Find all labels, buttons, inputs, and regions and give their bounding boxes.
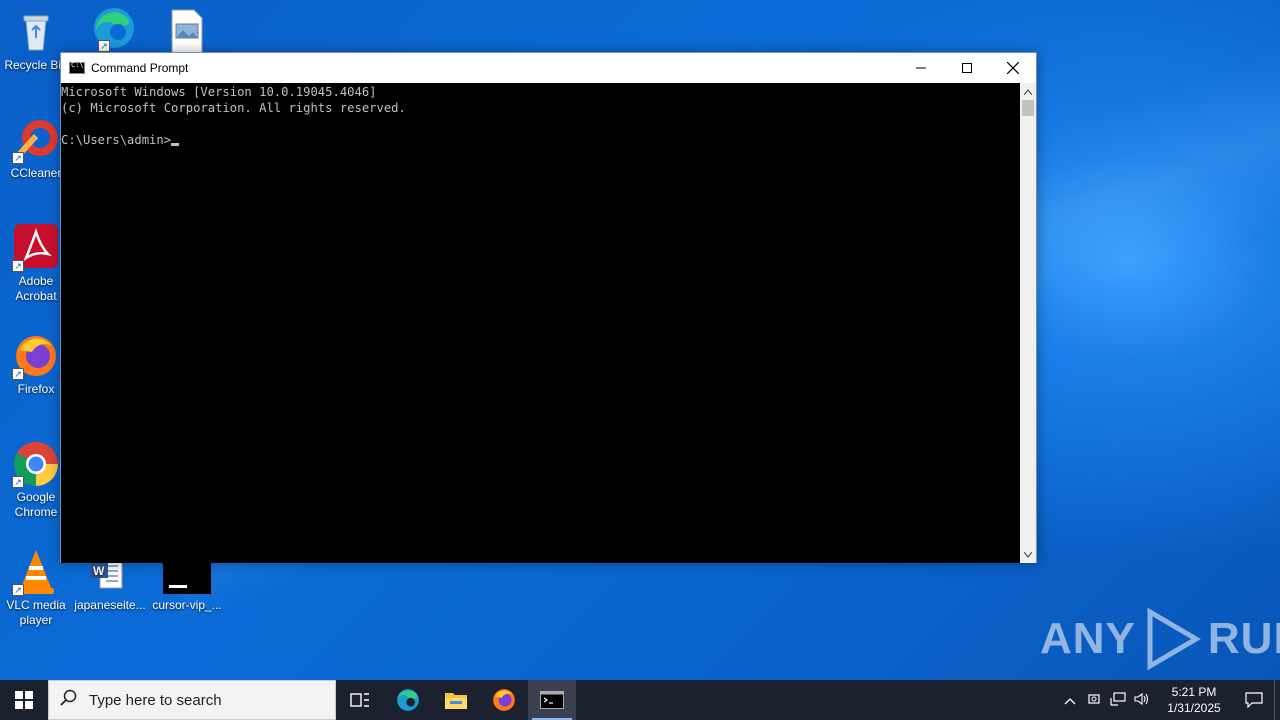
ccleaner-icon: ↗ (12, 116, 60, 164)
shortcut-arrow-icon: ↗ (12, 368, 24, 380)
device-icon (1088, 693, 1100, 704)
taskbar-command-prompt-button[interactable] (528, 680, 576, 720)
search-placeholder: Type here to search (89, 691, 222, 709)
clock-date: 1/31/2025 (1167, 701, 1221, 715)
console-prompt: C:\Users\admin> (61, 133, 172, 147)
anyrun-watermark: ANY RUN (1040, 608, 1280, 670)
command-prompt-icon (69, 61, 85, 74)
shortcut-arrow-icon: ↗ (98, 40, 110, 52)
vlc-icon: ↗ (12, 548, 60, 596)
show-hidden-icons-button[interactable] (1058, 693, 1082, 708)
search-icon (49, 689, 89, 712)
taskbar-search-box[interactable]: Type here to search (48, 680, 336, 720)
task-view-button[interactable] (336, 680, 384, 720)
system-tray: 5:21 PM 1/31/2025 (1058, 680, 1280, 720)
adobe-acrobat-icon: ↗ (12, 224, 60, 272)
desktop-icon-word-doc[interactable]: W japaneseite... (74, 556, 146, 613)
chevron-up-icon (1064, 697, 1076, 704)
network-icon (1110, 691, 1126, 706)
image-file-icon (162, 8, 210, 56)
edge-icon (397, 689, 419, 711)
desktop-icon-console-app[interactable]: cursor-vip_... (151, 556, 223, 613)
play-logo-icon (1147, 608, 1201, 670)
file-explorer-icon (445, 693, 467, 709)
console-line: (c) Microsoft Corporation. All rights re… (61, 101, 406, 115)
close-button[interactable] (990, 53, 1036, 83)
command-prompt-window[interactable]: Command Prompt Microsoft Windows [Versio… (60, 52, 1037, 563)
tray-device-button[interactable] (1082, 692, 1106, 709)
close-icon (1007, 62, 1019, 74)
windows-logo-icon (15, 691, 33, 709)
desktop-icon-label: japaneseite... (74, 598, 146, 612)
text-cursor (171, 143, 180, 146)
shortcut-arrow-icon: ↗ (12, 476, 24, 488)
taskbar-edge-button[interactable] (384, 680, 432, 720)
tray-network-button[interactable] (1106, 691, 1130, 709)
desktop-icon-label: VLC media player (6, 598, 66, 627)
watermark-text-left: ANY (1040, 614, 1136, 663)
taskbar: Type here to search 5:21 PM 1/31/2025 (0, 680, 1280, 720)
maximize-icon (962, 63, 972, 73)
notifications-button[interactable] (1234, 692, 1274, 708)
window-title: Command Prompt (91, 61, 189, 75)
recycle-bin-icon (12, 8, 60, 56)
chrome-icon: ↗ (12, 440, 60, 488)
firefox-icon (493, 689, 515, 711)
watermark-text-right: RUN (1207, 614, 1280, 663)
shortcut-arrow-icon: ↗ (12, 584, 24, 596)
clock-time: 5:21 PM (1171, 685, 1217, 699)
minimize-icon (916, 67, 926, 69)
minimize-button[interactable] (898, 53, 944, 83)
desktop-icon-edge[interactable]: ↗ (76, 4, 148, 54)
maximize-button[interactable] (944, 53, 990, 83)
start-button[interactable] (0, 680, 48, 720)
task-view-icon (350, 693, 369, 707)
command-prompt-icon (540, 691, 564, 709)
console-prompt-line: C:\Users\admin> (61, 132, 1021, 148)
scroll-down-button[interactable] (1020, 546, 1036, 563)
taskbar-firefox-button[interactable] (480, 680, 528, 720)
console-output[interactable]: Microsoft Windows [Version 10.0.19045.40… (61, 83, 1021, 563)
chevron-up-icon (1024, 88, 1032, 95)
desktop-icon-label: cursor-vip_... (152, 598, 222, 612)
scrollbar-thumb[interactable] (1022, 100, 1034, 116)
vertical-scrollbar[interactable] (1020, 83, 1036, 563)
desktop-icon-image-file[interactable] (150, 8, 222, 58)
firefox-icon: ↗ (12, 332, 60, 380)
chevron-down-icon (1024, 551, 1032, 558)
scroll-up-button[interactable] (1020, 83, 1036, 100)
tray-volume-button[interactable] (1130, 692, 1154, 709)
window-titlebar[interactable]: Command Prompt (61, 53, 1036, 83)
console-line: Microsoft Windows [Version 10.0.19045.40… (61, 85, 377, 99)
edge-icon: ↗ (88, 4, 136, 52)
window-controls (898, 53, 1036, 83)
shortcut-arrow-icon: ↗ (12, 260, 24, 272)
volume-icon (1134, 692, 1149, 705)
shortcut-arrow-icon: ↗ (12, 152, 24, 164)
notification-icon (1245, 692, 1263, 708)
show-desktop-button[interactable] (1274, 680, 1280, 720)
taskbar-file-explorer-button[interactable] (432, 680, 480, 720)
svg-text:W: W (93, 564, 105, 578)
taskbar-clock[interactable]: 5:21 PM 1/31/2025 (1154, 684, 1234, 716)
